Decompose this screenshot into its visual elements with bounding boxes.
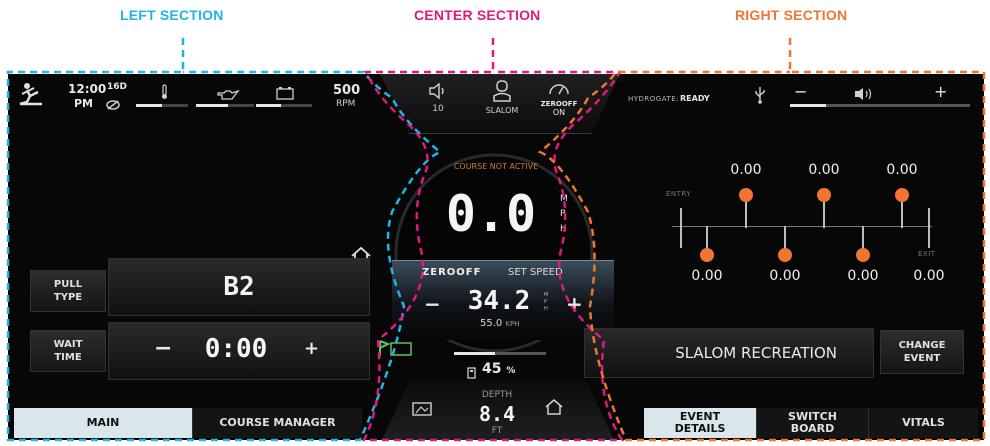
depth-value: 8.4 [478,402,516,426]
buoy-top-1 [739,188,753,202]
volume-slider-fill [790,104,826,107]
temperature-bar-fill [136,104,162,107]
profile-button[interactable]: SLALOM [476,80,528,115]
exit-value: 0.00 [913,268,945,284]
boat-display-screen: 12:00 PM 16D 500 RPM 10 SLALOM ZEROOFF O… [8,74,984,440]
set-speed-kph: 55.0 KPH [480,318,520,329]
compass-icon [105,96,121,115]
home-icon-bottom [545,399,563,415]
fuel-level-value: 45 [482,361,502,377]
volume-level-label: 10 [432,104,444,114]
exit-gate [928,208,930,248]
battery-bar [256,104,312,107]
hydrogate-status: READY [680,94,710,103]
gauge-icon [549,84,569,95]
tab-switch-board[interactable]: SWITCH BOARD [756,408,868,438]
oil-icon [216,86,240,105]
entry-label: ENTRY [666,190,692,198]
rpm-unit: RPM [336,99,356,109]
entry-gate [680,208,682,248]
usb-icon [754,86,766,108]
tab-vitals[interactable]: VITALS [868,408,978,438]
zero-off-toggle[interactable]: ZEROOFF ON [532,80,586,117]
profile-label: SLALOM [485,106,519,115]
oil-bar-fill [196,104,228,107]
battery-icon [276,85,294,104]
volume-slider[interactable] [790,104,970,107]
tab-event-details[interactable]: EVENT DETAILS [644,408,756,438]
clock-time: 12:00 [68,82,107,96]
left-section-title: LEFT SECTION [120,7,224,23]
depth-label: DEPTH [481,390,513,400]
depth-unit: FT [491,426,503,436]
volume-button[interactable]: 10 [416,82,460,114]
course-status: COURSE NOT ACTIVE [453,162,539,171]
home-button-bottom[interactable] [544,398,564,420]
fuel-bar [454,352,546,355]
zero-off-brand-top: ZEROOFF [540,100,578,108]
camera-icon [412,402,432,416]
flag-icon [378,338,414,362]
zero-off-brand: ZEROOFF [422,267,482,278]
temperature-icon [160,84,170,104]
volume-speaker-icon [854,86,874,105]
pull-type-label: PULL TYPE [30,270,106,312]
buoy-bottom-1 [700,248,714,262]
wait-time-plus-button[interactable]: + [304,338,319,359]
set-speed-minus-button[interactable]: − [424,292,441,316]
clock-ampm: PM [74,97,94,110]
user-icon [493,80,511,102]
event-name: SLALOM RECREATION [675,344,837,362]
buoy-bottom-value-1: 0.00 [691,268,723,284]
battery-bar-fill [256,104,282,107]
speaker-icon [429,82,444,100]
pull-type-field[interactable]: B2 [108,258,370,316]
pull-type-value: B2 [223,272,255,302]
oil-bar [196,104,254,107]
tab-main[interactable]: MAIN [14,408,192,438]
fuel-bar-fill [454,352,496,355]
buoy-top-3 [895,188,909,202]
change-event-button[interactable]: CHANGE EVENT [880,330,964,374]
buoy-bottom-value-3: 0.00 [847,268,879,284]
right-section-title: RIGHT SECTION [735,7,848,23]
set-speed-plus-button[interactable]: + [566,292,583,316]
wait-time-label: WAIT TIME [30,330,106,372]
heading-value: 16D [107,82,127,92]
buoy-top-value-1: 0.00 [730,162,762,178]
buoy-top-2 [817,188,831,202]
set-speed-unit: MPH [544,292,549,312]
set-speed-value: 34.2 [467,286,531,316]
rpm-value: 500 [333,83,361,98]
skier-icon [18,82,44,110]
tab-course-manager[interactable]: COURSE MANAGER [192,408,362,438]
course-centerline [672,226,932,227]
buoy-top-value-3: 0.00 [886,162,918,178]
event-name-field: SLALOM RECREATION [584,328,874,378]
exit-label: EXIT [918,250,936,258]
camera-button[interactable] [412,400,432,420]
set-speed-label: SET SPEED [508,267,563,278]
speed-value: 0.0 [445,185,537,243]
zero-off-state: ON [552,108,566,117]
kph-unit: KPH [505,320,520,328]
volume-down-button[interactable]: − [794,82,807,101]
center-section-title: CENTER SECTION [414,7,541,23]
temperature-bar [136,104,188,107]
volume-up-button[interactable]: + [934,82,947,101]
fuel-level-unit: % [506,366,516,376]
buoy-bottom-2 [778,248,792,262]
buoy-bottom-3 [856,248,870,262]
buoy-top-value-2: 0.00 [808,162,840,178]
speed-unit: MPH [560,194,568,234]
kph-value: 55.0 [480,318,503,329]
wait-time-minus-button[interactable]: − [154,336,172,361]
buoy-bottom-value-2: 0.00 [769,268,801,284]
wait-time-value: 0:00 [204,334,268,364]
hydrogate-label: HYDROGATE: [628,95,680,103]
fuel-level: 45 % [482,361,515,377]
